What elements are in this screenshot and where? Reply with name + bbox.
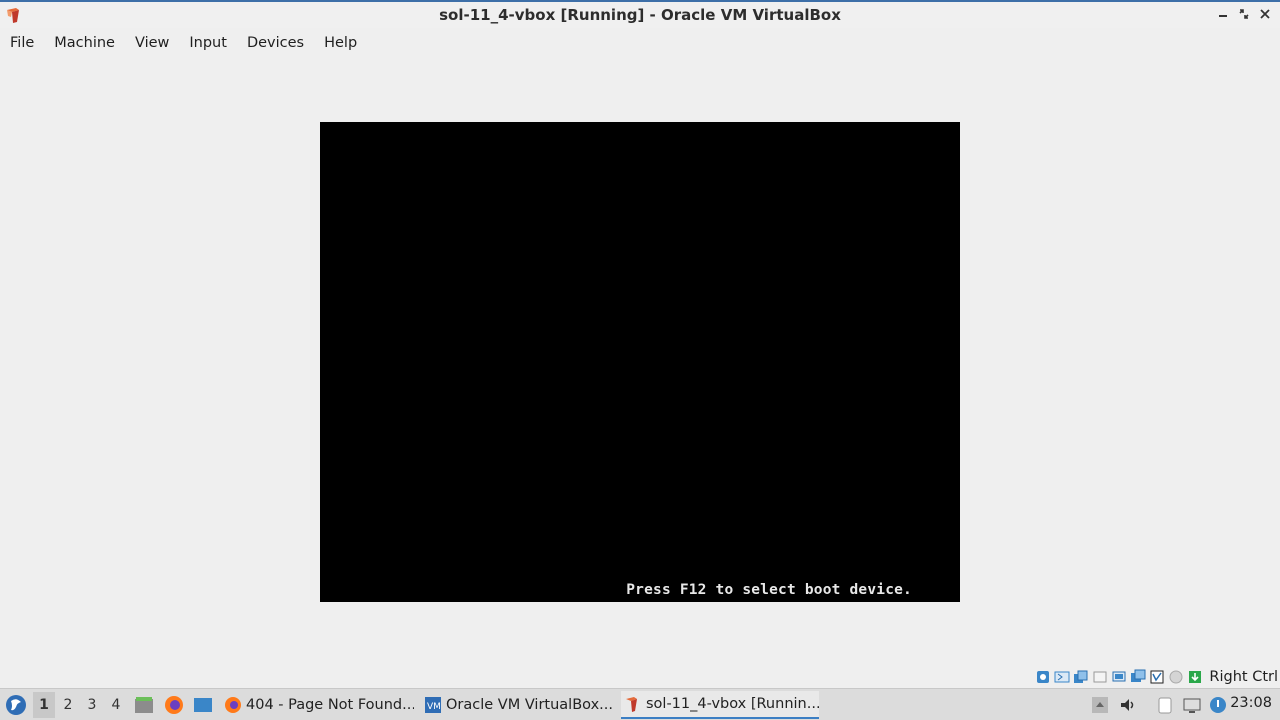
update-notifier-icon[interactable] — [1208, 695, 1228, 715]
network-icon[interactable] — [1092, 669, 1108, 685]
file-manager-icon[interactable] — [133, 694, 155, 716]
desktop-2[interactable]: 2 — [57, 692, 79, 718]
hard-disk-icon[interactable] — [1035, 669, 1051, 685]
task-label: sol-11_4-vbox [Runnin... — [646, 696, 819, 712]
clipboard-icon[interactable] — [1155, 695, 1175, 715]
svg-text:VM: VM — [427, 702, 441, 712]
taskbar: 1 2 3 4 404 - Page Not Found... VM Oracl… — [0, 688, 1280, 720]
desktop-show-icon[interactable] — [192, 694, 214, 716]
close-icon[interactable] — [1258, 7, 1272, 21]
virtualbox-vm-icon — [626, 697, 637, 712]
optical-drive-icon[interactable] — [1054, 669, 1070, 685]
minimize-icon[interactable] — [1216, 7, 1230, 21]
firefox-icon[interactable] — [163, 694, 185, 716]
shared-folder-icon[interactable] — [1130, 669, 1146, 685]
menu-input[interactable]: Input — [179, 35, 237, 51]
restore-icon[interactable] — [1237, 7, 1251, 21]
host-key-label[interactable]: Right Ctrl — [1209, 669, 1278, 685]
display-icon[interactable] — [1149, 669, 1165, 685]
task-firefox[interactable]: 404 - Page Not Found... — [224, 691, 414, 719]
clock[interactable]: 23:08 — [1230, 695, 1272, 711]
desktop-4[interactable]: 4 — [105, 692, 127, 718]
display-tray-icon[interactable] — [1182, 695, 1202, 715]
boot-message: Press F12 to select boot device. — [626, 582, 912, 598]
firefox-icon — [225, 697, 241, 713]
task-virtualbox-manager[interactable]: VM Oracle VM VirtualBox... — [424, 691, 614, 719]
desktop-1[interactable]: 1 — [33, 692, 55, 718]
menu-file[interactable]: File — [0, 35, 44, 51]
start-menu-icon[interactable] — [4, 693, 28, 717]
window-title: sol-11_4-vbox [Running] - Oracle VM Virt… — [439, 6, 841, 24]
volume-icon[interactable] — [1118, 695, 1138, 715]
vm-status-bar: Right Ctrl — [1035, 668, 1278, 686]
menu-machine[interactable]: Machine — [44, 35, 125, 51]
desktop-3[interactable]: 3 — [81, 692, 103, 718]
task-vm-window[interactable]: sol-11_4-vbox [Runnin... — [621, 691, 819, 719]
task-label: 404 - Page Not Found... — [246, 697, 414, 713]
cpu-icon[interactable] — [1187, 669, 1203, 685]
menu-devices[interactable]: Devices — [237, 35, 314, 51]
task-label: Oracle VM VirtualBox... — [446, 697, 613, 713]
video-capture-icon[interactable] — [1168, 669, 1184, 685]
menu-bar: File Machine View Input Devices Help — [0, 28, 1280, 58]
menu-help[interactable]: Help — [314, 35, 367, 51]
window-titlebar[interactable]: sol-11_4-vbox [Running] - Oracle VM Virt… — [0, 0, 1280, 28]
tray-arrow-icon[interactable] — [1090, 695, 1110, 715]
audio-icon[interactable] — [1073, 669, 1089, 685]
vm-display[interactable]: Press F12 to select boot device. — [320, 122, 960, 602]
menu-view[interactable]: View — [125, 35, 179, 51]
virtualbox-icon: VM — [425, 697, 441, 713]
usb-icon[interactable] — [1111, 669, 1127, 685]
